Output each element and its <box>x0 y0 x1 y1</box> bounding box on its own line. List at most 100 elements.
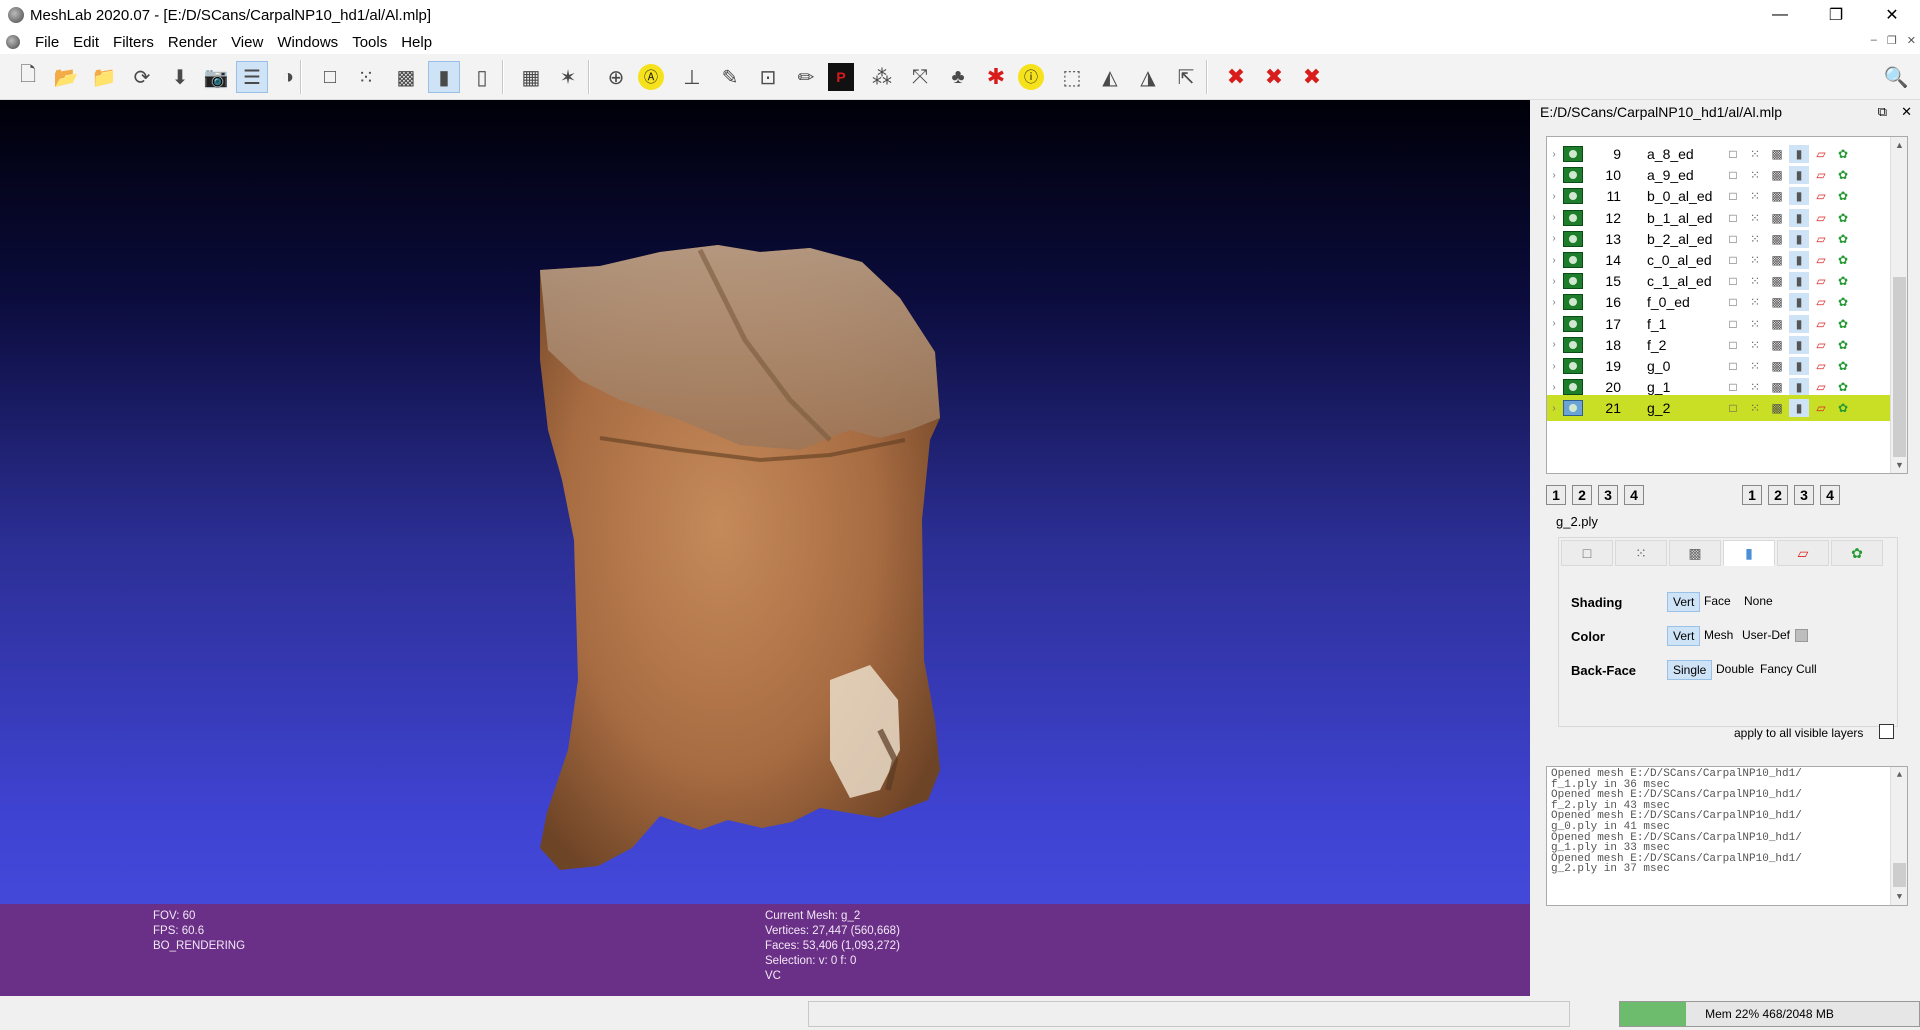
layer-points-icon[interactable]: ⁙ <box>1745 357 1765 375</box>
lighting-icon[interactable]: ▦ <box>515 61 547 93</box>
right-group-button-4[interactable]: 4 <box>1820 485 1840 505</box>
layer-list-scrollbar[interactable]: ▲ ▼ <box>1890 137 1907 473</box>
layer-bbox-icon[interactable]: □ <box>1723 336 1743 354</box>
reload-icon[interactable]: ⟳ <box>126 61 158 93</box>
mdi-minimize-icon[interactable]: – <box>1871 34 1877 46</box>
scroll-up-icon[interactable]: ▲ <box>1891 137 1907 153</box>
log-scroll-down-icon[interactable]: ▼ <box>1891 889 1907 905</box>
layer-flat-icon[interactable]: ▮ <box>1789 187 1809 206</box>
select-faces-icon[interactable]: ◭ <box>1094 61 1126 93</box>
layer-texture-icon[interactable]: ▱ <box>1811 399 1831 417</box>
visibility-eye-icon[interactable] <box>1563 379 1583 396</box>
layers-icon[interactable]: ☰ <box>236 61 268 93</box>
layer-texture-icon[interactable]: ▱ <box>1811 315 1831 333</box>
layer-flat-icon[interactable]: ▮ <box>1789 314 1809 333</box>
layer-flat-icon[interactable]: ▮ <box>1789 145 1809 163</box>
layer-texture-icon[interactable]: ▱ <box>1811 272 1831 290</box>
layer-flat-icon[interactable]: ▮ <box>1789 208 1809 227</box>
flat-lines-icon[interactable]: ▮ <box>428 61 460 93</box>
layer-selection-icon[interactable]: ✿ <box>1833 378 1853 396</box>
layer-points-icon[interactable]: ⁙ <box>1745 272 1765 290</box>
layer-selection-icon[interactable]: ✿ <box>1833 209 1853 227</box>
left-group-button-2[interactable]: 2 <box>1572 485 1592 505</box>
visibility-eye-icon[interactable] <box>1563 336 1583 353</box>
close-dock-icon[interactable]: ✕ <box>1901 104 1912 120</box>
backface-option-double[interactable]: Double <box>1711 660 1759 678</box>
layer-selection-icon[interactable]: ✿ <box>1833 336 1853 354</box>
layer-selection-icon[interactable]: ✿ <box>1833 251 1853 269</box>
smooth-icon[interactable]: ▯ <box>466 61 498 93</box>
visibility-eye-icon[interactable] <box>1563 209 1583 226</box>
expand-icon[interactable]: › <box>1547 170 1561 181</box>
menu-render[interactable]: Render <box>161 34 224 51</box>
left-group-button-4[interactable]: 4 <box>1624 485 1644 505</box>
close-button[interactable]: ✕ <box>1864 0 1920 30</box>
layer-wireframe-icon[interactable]: ▩ <box>1767 272 1787 290</box>
layer-wireframe-icon[interactable]: ▩ <box>1767 166 1787 184</box>
layer-selection-icon[interactable]: ✿ <box>1833 230 1853 248</box>
menu-filters[interactable]: Filters <box>106 34 161 51</box>
bbox-icon[interactable]: □ <box>314 61 346 93</box>
layer-flat-icon[interactable]: ▮ <box>1789 166 1809 185</box>
menu-help[interactable]: Help <box>394 34 439 51</box>
3d-viewport[interactable]: FOV: 60 FPS: 60.6 BO_RENDERING Current M… <box>0 100 1530 996</box>
menu-tools[interactable]: Tools <box>345 34 394 51</box>
mdi-restore-icon[interactable]: ❐ <box>1887 34 1897 47</box>
layer-flat-icon[interactable]: ▮ <box>1789 357 1809 375</box>
layer-selection-icon[interactable]: ✿ <box>1833 272 1853 290</box>
layer-texture-icon[interactable]: ▱ <box>1811 378 1831 396</box>
layer-selection-icon[interactable]: ✿ <box>1833 187 1853 205</box>
info-icon[interactable]: ⓘ <box>1018 64 1044 90</box>
layer-flat-icon[interactable]: ▮ <box>1789 251 1809 269</box>
layer-selection-icon[interactable]: ✿ <box>1833 293 1853 311</box>
visibility-eye-icon[interactable] <box>1563 146 1583 162</box>
select-connected-icon[interactable]: ◮ <box>1132 61 1164 93</box>
layer-bbox-icon[interactable]: □ <box>1723 357 1743 375</box>
layer-flat-icon[interactable]: ▮ <box>1789 229 1809 248</box>
layer-points-icon[interactable]: ⁙ <box>1745 399 1765 417</box>
expand-icon[interactable]: › <box>1547 212 1561 223</box>
restore-button[interactable]: ❐ <box>1808 0 1864 30</box>
expand-icon[interactable]: › <box>1547 339 1561 350</box>
visibility-eye-icon[interactable] <box>1563 188 1583 205</box>
layer-wireframe-icon[interactable]: ▩ <box>1767 293 1787 311</box>
select-pointer-icon[interactable]: ⇱ <box>1170 61 1202 93</box>
layer-wireframe-icon[interactable]: ▩ <box>1767 230 1787 248</box>
layer-points-icon[interactable]: ⁙ <box>1745 145 1765 163</box>
layer-texture-icon[interactable]: ▱ <box>1811 230 1831 248</box>
layer-points-icon[interactable]: ⁙ <box>1745 336 1765 354</box>
paint-brush-icon[interactable]: ✎ <box>714 61 746 93</box>
expand-icon[interactable]: › <box>1547 233 1561 244</box>
visibility-eye-icon[interactable] <box>1563 400 1583 417</box>
visibility-eye-icon[interactable] <box>1563 315 1583 332</box>
layer-texture-icon[interactable]: ▱ <box>1811 187 1831 205</box>
visibility-eye-icon[interactable] <box>1563 358 1583 374</box>
menu-view[interactable]: View <box>224 34 270 51</box>
expand-icon[interactable]: › <box>1547 297 1561 308</box>
layer-flat-icon[interactable]: ▮ <box>1789 272 1809 291</box>
layer-wireframe-icon[interactable]: ▩ <box>1767 209 1787 227</box>
layer-bbox-icon[interactable]: □ <box>1723 145 1743 163</box>
float-dock-icon[interactable]: ⧉ <box>1878 104 1887 120</box>
delete-vertices-icon[interactable]: ✖ <box>1220 61 1252 93</box>
left-group-button-1[interactable]: 1 <box>1546 485 1566 505</box>
layer-points-icon[interactable]: ⁙ <box>1745 166 1765 184</box>
layer-wireframe-icon[interactable]: ▩ <box>1767 357 1787 375</box>
expand-icon[interactable]: › <box>1547 276 1561 287</box>
shading-option-vert[interactable]: Vert <box>1667 592 1701 612</box>
points-icon[interactable]: ⁙ <box>350 61 382 93</box>
delete-faces-vertices-icon[interactable]: ✖ <box>1296 61 1328 93</box>
expand-icon[interactable]: › <box>1547 191 1561 202</box>
trackball-icon[interactable]: ⊕ <box>600 61 632 93</box>
layer-selection-icon[interactable]: ✿ <box>1833 315 1853 333</box>
layer-bbox-icon[interactable]: □ <box>1723 166 1743 184</box>
right-group-button-1[interactable]: 1 <box>1742 485 1762 505</box>
visibility-eye-icon[interactable] <box>1563 252 1583 268</box>
measure-icon[interactable]: ⊥ <box>676 61 708 93</box>
backface-option-cull[interactable]: Cull <box>1791 660 1822 678</box>
layer-wireframe-icon[interactable]: ▩ <box>1767 187 1787 205</box>
search-icon[interactable]: 🔍 <box>1880 61 1912 93</box>
export-mesh-icon[interactable]: ⬇ <box>164 61 196 93</box>
layer-texture-icon[interactable]: ▱ <box>1811 251 1831 269</box>
layer-bbox-icon[interactable]: □ <box>1723 399 1743 417</box>
